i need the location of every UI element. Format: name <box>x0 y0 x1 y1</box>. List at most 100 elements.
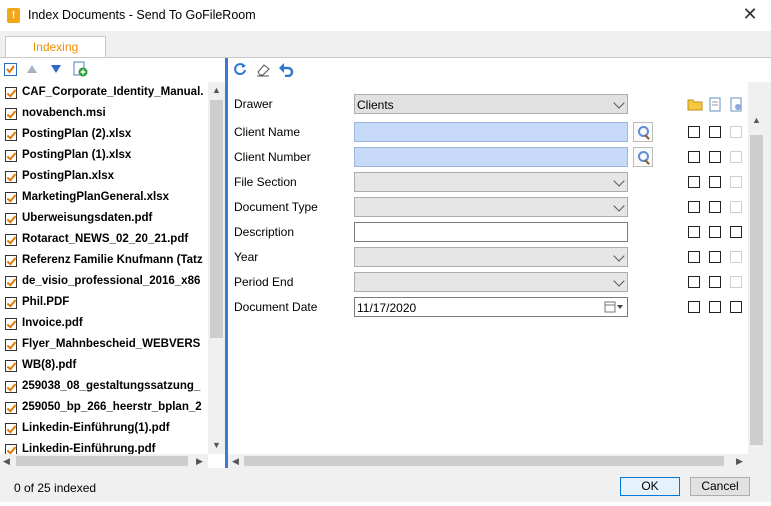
move-up-arrow-icon[interactable] <box>26 64 38 74</box>
scroll-down-arrow-icon[interactable]: ▼ <box>212 440 221 450</box>
chevron-down-icon[interactable] <box>613 97 625 109</box>
file-name: WB(8).pdf <box>22 359 77 371</box>
select-all-checkbox-icon[interactable] <box>4 63 17 76</box>
ok-button[interactable]: OK <box>620 477 680 496</box>
option-checkbox[interactable] <box>730 301 742 313</box>
file-checkbox[interactable] <box>5 87 17 99</box>
option-checkbox[interactable] <box>709 126 721 138</box>
client-name-field[interactable] <box>354 122 628 142</box>
document-date-value: 11/17/2020 <box>357 301 417 315</box>
option-checkbox[interactable] <box>730 226 742 238</box>
option-checkbox[interactable] <box>709 176 721 188</box>
file-name: Phil.PDF <box>22 296 70 308</box>
file-checkbox[interactable] <box>5 318 17 330</box>
file-name: 259050_bp_266_heerstr_bplan_2 <box>22 401 202 413</box>
file-checkbox[interactable] <box>5 339 17 351</box>
scroll-left-arrow-icon[interactable]: ◀ <box>232 456 239 467</box>
option-checkbox[interactable] <box>709 276 721 288</box>
year-select[interactable] <box>354 247 628 267</box>
right-horizontal-scroll-thumb[interactable] <box>244 456 724 466</box>
option-checkbox[interactable] <box>709 201 721 213</box>
option-checkbox <box>730 201 742 213</box>
tab-indexing[interactable]: Indexing <box>5 36 106 58</box>
file-checkbox[interactable] <box>5 297 17 309</box>
label-document-type: Document Type <box>234 200 318 214</box>
option-checkbox <box>730 251 742 263</box>
option-checkbox[interactable] <box>688 226 700 238</box>
chevron-down-icon[interactable] <box>613 175 625 187</box>
chevron-down-icon[interactable] <box>613 200 625 212</box>
file-name: Invoice.pdf <box>22 317 83 329</box>
client-name-search-button[interactable] <box>633 122 653 142</box>
file-checkbox[interactable] <box>5 423 17 435</box>
file-checkbox[interactable] <box>5 213 17 225</box>
close-icon[interactable]: ✕ <box>736 3 764 27</box>
right-toolbar <box>228 58 771 82</box>
file-checkbox[interactable] <box>5 150 17 162</box>
client-number-search-button[interactable] <box>633 147 653 167</box>
label-drawer: Drawer <box>234 97 273 111</box>
add-document-icon[interactable] <box>72 61 88 77</box>
file-name: MarketingPlanGeneral.xlsx <box>22 191 170 203</box>
option-checkbox[interactable] <box>709 301 721 313</box>
file-checkbox[interactable] <box>5 444 17 454</box>
file-checkbox[interactable] <box>5 192 17 204</box>
file-name: PostingPlan (1).xlsx <box>22 149 132 161</box>
scroll-left-arrow-icon[interactable]: ◀ <box>3 456 10 467</box>
document-type-select[interactable] <box>354 197 628 217</box>
file-checkbox[interactable] <box>5 255 17 267</box>
chevron-down-icon[interactable] <box>613 250 625 262</box>
scroll-right-arrow-icon[interactable]: ▶ <box>736 456 743 467</box>
file-list: CAF_Corporate_Identity_Manual. novabench… <box>0 82 208 454</box>
file-name: 259038_08_gestaltungssatzung_ <box>22 380 201 392</box>
file-checkbox[interactable] <box>5 360 17 372</box>
option-checkbox[interactable] <box>688 201 700 213</box>
option-checkbox[interactable] <box>709 251 721 263</box>
option-checkbox[interactable] <box>709 226 721 238</box>
file-section-select[interactable] <box>354 172 628 192</box>
left-vertical-scroll-thumb[interactable] <box>210 100 223 338</box>
file-checkbox[interactable] <box>5 171 17 183</box>
file-checkbox[interactable] <box>5 402 17 414</box>
file-name: CAF_Corporate_Identity_Manual. <box>22 86 204 98</box>
option-checkbox[interactable] <box>688 151 700 163</box>
scroll-right-arrow-icon[interactable]: ▶ <box>196 456 203 467</box>
option-checkbox <box>730 276 742 288</box>
label-year: Year <box>234 250 259 264</box>
file-name: Linkedin-Einführung(1).pdf <box>22 422 170 434</box>
option-checkbox[interactable] <box>709 151 721 163</box>
client-number-field[interactable] <box>354 147 628 167</box>
cancel-button[interactable]: Cancel <box>690 477 750 496</box>
index-status: 0 of 25 indexed <box>14 481 97 495</box>
drawer-select[interactable]: Clients <box>354 94 628 114</box>
option-checkbox[interactable] <box>688 251 700 263</box>
eraser-icon[interactable] <box>255 61 271 77</box>
description-field[interactable] <box>354 222 628 242</box>
period-end-select[interactable] <box>354 272 628 292</box>
scroll-up-arrow-icon[interactable]: ▲ <box>212 85 221 95</box>
left-horizontal-scroll-thumb[interactable] <box>16 456 188 466</box>
file-checkbox[interactable] <box>5 234 17 246</box>
option-checkbox[interactable] <box>688 126 700 138</box>
file-checkbox[interactable] <box>5 108 17 120</box>
move-down-arrow-icon[interactable] <box>50 64 62 74</box>
document-date-picker[interactable]: 11/17/2020 <box>354 297 628 317</box>
option-checkbox <box>730 176 742 188</box>
label-period-end: Period End <box>234 275 294 289</box>
label-client-number: Client Number <box>234 150 311 164</box>
document-icon <box>709 97 721 112</box>
option-checkbox[interactable] <box>688 176 700 188</box>
refresh-icon[interactable] <box>232 61 248 77</box>
option-checkbox[interactable] <box>688 276 700 288</box>
file-name: de_visio_professional_2016_x86 <box>22 275 201 287</box>
file-checkbox[interactable] <box>5 276 17 288</box>
scroll-up-arrow-icon[interactable]: ▲ <box>752 115 761 125</box>
chevron-down-icon[interactable] <box>613 275 625 287</box>
file-checkbox[interactable] <box>5 129 17 141</box>
undo-icon[interactable] <box>278 61 294 77</box>
option-checkbox[interactable] <box>688 301 700 313</box>
right-vertical-scroll-thumb[interactable] <box>750 135 763 445</box>
calendar-dropdown-icon[interactable] <box>604 301 624 313</box>
file-checkbox[interactable] <box>5 381 17 393</box>
window-bottom-edge <box>0 502 771 506</box>
